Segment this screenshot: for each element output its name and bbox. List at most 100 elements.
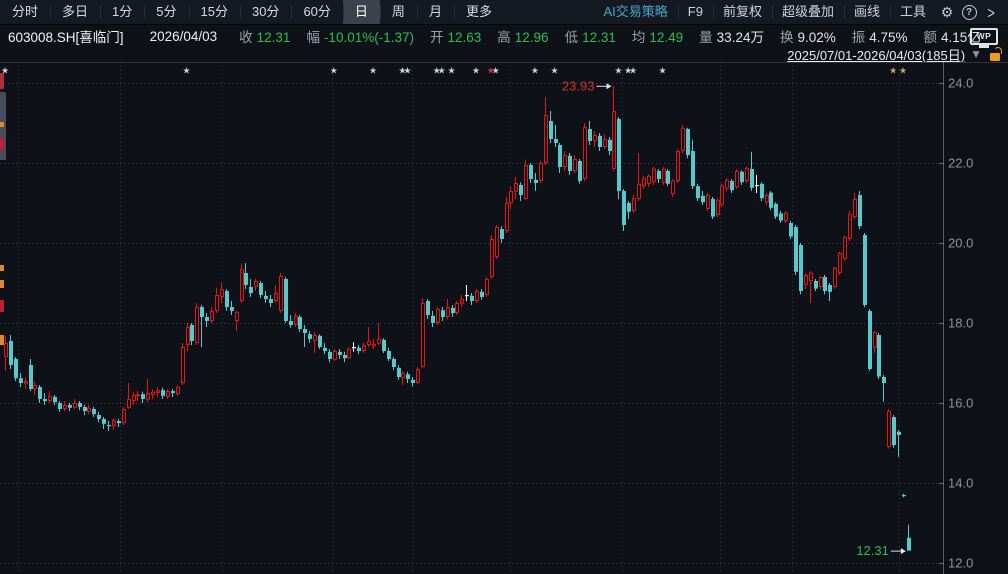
event-star-icon[interactable]: ★ xyxy=(438,67,446,77)
candle xyxy=(441,307,445,321)
candle xyxy=(402,371,405,385)
candle xyxy=(568,153,572,175)
candle xyxy=(598,133,602,151)
candle xyxy=(357,345,361,354)
candle xyxy=(97,412,101,422)
event-star-icon[interactable]: ★ xyxy=(447,67,455,77)
event-star-icon[interactable]: ★ xyxy=(472,67,480,77)
candle xyxy=(303,325,307,347)
event-star-icon[interactable]: ★ xyxy=(614,67,622,77)
tab-timeframe-3[interactable]: 5分 xyxy=(144,0,188,24)
toolbar-action-2[interactable]: 前复权 xyxy=(713,0,772,24)
candle xyxy=(750,152,754,191)
candle xyxy=(760,182,764,201)
quote-field-label: 均 xyxy=(632,30,646,45)
quote-field-label: 量 xyxy=(699,30,713,45)
candlestick-chart[interactable]: 24.022.020.018.016.014.012.0★★★★★★★★★★★★… xyxy=(0,62,1008,574)
toolbar-right-actions: AI交易策略F9前复权超级叠加画线工具⚙?> xyxy=(593,0,1008,24)
candle xyxy=(461,295,464,307)
candle xyxy=(882,375,886,402)
candle xyxy=(68,403,72,411)
tab-timeframe-1[interactable]: 多日 xyxy=(50,0,100,24)
event-star-icon[interactable]: ★ xyxy=(183,67,191,77)
tab-timeframe-7[interactable]: 日 xyxy=(343,0,380,24)
chevron-right-icon[interactable]: > xyxy=(980,0,1002,28)
candle xyxy=(672,179,675,197)
candle xyxy=(730,179,734,193)
quote-field-1: 幅-10.01%(-1.37) xyxy=(306,26,414,46)
event-star-icon[interactable]: ★ xyxy=(658,67,666,77)
event-star-icon[interactable]: ★ xyxy=(369,67,377,77)
event-star-icon[interactable]: ★ xyxy=(492,67,500,77)
event-star-icon[interactable]: ★ xyxy=(899,67,907,77)
tab-timeframe-4[interactable]: 15分 xyxy=(189,0,240,24)
toolbar-action-3[interactable]: 超级叠加 xyxy=(772,0,844,24)
toolbar-action-0[interactable]: AI交易策略 xyxy=(593,0,677,24)
trade-date: 2026/04/03 xyxy=(150,29,218,44)
event-star-icon[interactable]: ★ xyxy=(531,67,539,77)
event-star-icon[interactable]: ★ xyxy=(1,67,9,77)
tab-timeframe-9[interactable]: 月 xyxy=(417,0,454,24)
candle xyxy=(289,315,293,328)
candle xyxy=(823,275,827,294)
candle xyxy=(74,399,77,409)
tab-timeframe-2[interactable]: 1分 xyxy=(100,0,144,24)
date-range-bar: 2025/07/01-2026/04/03(185日) ▼ xyxy=(787,46,1004,62)
gridlines xyxy=(0,62,941,574)
candle xyxy=(417,367,420,384)
candle xyxy=(323,343,327,354)
help-icon-glyph: ? xyxy=(962,5,977,20)
tab-timeframe-8[interactable]: 周 xyxy=(380,0,417,24)
candle xyxy=(107,421,111,431)
quote-field-label: 换 xyxy=(780,30,794,45)
quote-field-value: 9.02% xyxy=(797,30,835,45)
candle xyxy=(701,191,705,205)
candle xyxy=(426,299,430,319)
candle xyxy=(613,86,616,171)
candle xyxy=(540,161,543,183)
gear-icon[interactable]: ⚙ xyxy=(936,0,958,24)
tab-timeframe-6[interactable]: 60分 xyxy=(291,0,342,24)
chevron-down-icon[interactable]: ▼ xyxy=(970,47,982,61)
candle xyxy=(205,313,209,327)
quote-field-label: 幅 xyxy=(306,30,320,45)
unlocked-padlock-icon[interactable] xyxy=(990,47,1002,61)
wp-monitor-icon[interactable]: WP xyxy=(970,28,998,45)
candle xyxy=(682,125,685,153)
candle xyxy=(638,153,641,201)
tab-timeframe-5[interactable]: 30分 xyxy=(240,0,291,24)
event-star-icon[interactable]: ★ xyxy=(403,67,411,77)
candle xyxy=(549,111,553,143)
quote-field-value: 12.96 xyxy=(515,30,549,45)
candle xyxy=(411,377,415,386)
candle xyxy=(820,276,823,289)
candle xyxy=(653,167,656,185)
toolbar-action-1[interactable]: F9 xyxy=(678,0,713,24)
event-star-icon[interactable]: ★ xyxy=(551,67,559,77)
candle xyxy=(604,134,607,149)
candle xyxy=(785,211,788,223)
toolbar-action-5[interactable]: 工具 xyxy=(890,0,936,24)
candle xyxy=(648,174,651,187)
event-star-icon[interactable]: ★ xyxy=(889,67,897,77)
toolbar-action-4[interactable]: 画线 xyxy=(844,0,890,24)
tab-timeframe-0[interactable]: 分时 xyxy=(0,0,50,24)
candle xyxy=(588,121,592,145)
tab-timeframe-10[interactable]: 更多 xyxy=(454,0,504,24)
price-annotation-label: 23.93 xyxy=(562,78,595,93)
candle xyxy=(157,387,160,397)
candle xyxy=(314,332,317,353)
candle xyxy=(38,385,42,403)
date-range-link[interactable]: 2025/07/01-2026/04/03(185日) xyxy=(787,45,965,64)
candle xyxy=(863,233,867,307)
event-star-icon[interactable]: ★ xyxy=(629,67,637,77)
candle xyxy=(392,357,396,370)
help-icon[interactable]: ? xyxy=(958,0,980,24)
stock-symbol[interactable]: 603008.SH[喜临门] xyxy=(8,26,124,46)
candle xyxy=(594,131,597,147)
candle xyxy=(49,391,52,403)
timeframe-tabs: 分时多日1分5分15分30分60分日周月更多 xyxy=(0,0,504,24)
candle xyxy=(9,335,13,369)
quote-field-2: 开12.63 xyxy=(430,26,481,46)
event-star-icon[interactable]: ★ xyxy=(330,67,338,77)
